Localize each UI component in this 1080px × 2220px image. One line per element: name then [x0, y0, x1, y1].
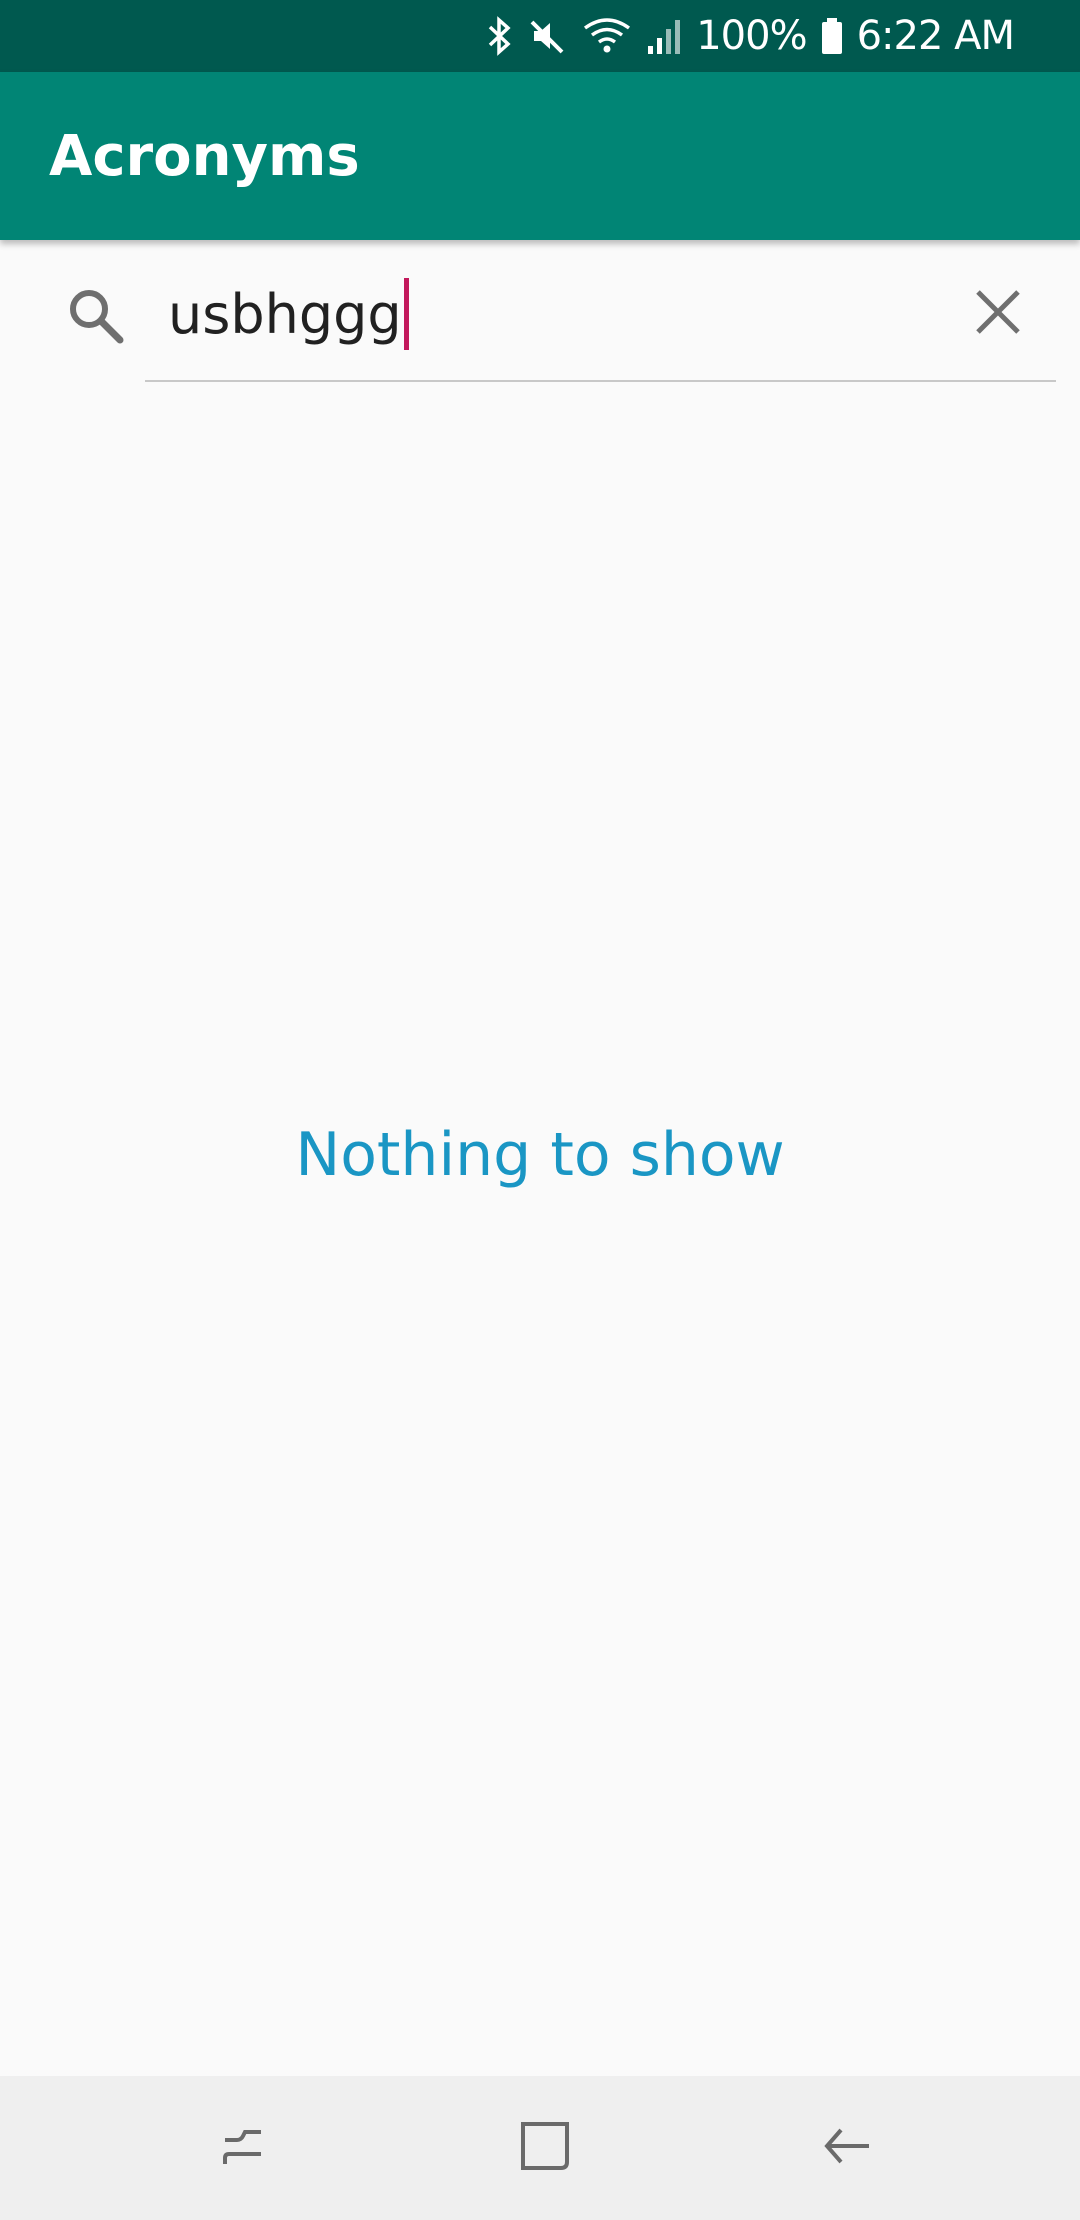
- battery-percent: 100%: [696, 13, 807, 59]
- app-bar: Acronyms: [0, 72, 1080, 240]
- signal-icon: [646, 16, 682, 56]
- back-button[interactable]: [797, 2098, 897, 2198]
- text-cursor: [403, 278, 409, 350]
- search-input-text: usbhggg: [168, 282, 402, 346]
- home-button[interactable]: [495, 2098, 595, 2198]
- close-icon: [974, 288, 1022, 341]
- recents-icon: [215, 2118, 271, 2179]
- search-underline: [145, 380, 1056, 382]
- home-icon: [517, 2118, 573, 2179]
- page-title: Acronyms: [49, 123, 360, 189]
- mute-icon: [528, 16, 568, 56]
- search-icon: [64, 284, 128, 348]
- search-bar: usbhggg: [0, 240, 1080, 382]
- battery-icon: [821, 16, 843, 56]
- status-bar: 100% 6:22 AM: [0, 0, 1080, 72]
- navigation-bar: [0, 2076, 1080, 2220]
- clear-search-button[interactable]: [962, 278, 1034, 350]
- status-time: 6:22 AM: [856, 13, 1015, 59]
- search-input[interactable]: usbhggg: [168, 274, 409, 354]
- status-icons: 100% 6:22 AM: [486, 13, 1015, 59]
- wifi-icon: [582, 16, 632, 56]
- bluetooth-icon: [486, 16, 514, 56]
- empty-state-message: Nothing to show: [295, 1120, 785, 1190]
- back-icon: [819, 2118, 875, 2179]
- recents-button[interactable]: [193, 2098, 293, 2198]
